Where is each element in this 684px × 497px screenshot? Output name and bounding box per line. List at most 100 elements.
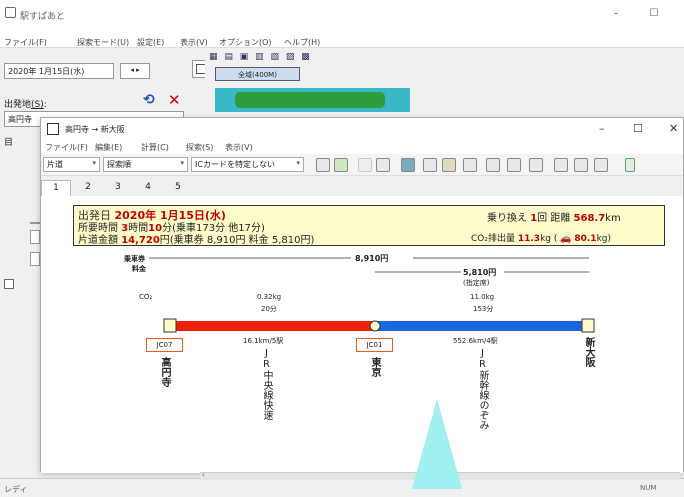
route-summary: 出発日 2020年 1月15日(水) 所要時間 3時間10分(乗車173分 他1… xyxy=(73,205,665,246)
graph-icon[interactable] xyxy=(334,158,348,172)
menu-file[interactable]: ファイル(F) xyxy=(4,37,47,48)
segment-2-co2: 11.0kg xyxy=(470,293,495,301)
prev-icon[interactable] xyxy=(554,158,568,172)
route-menu-calc[interactable]: 計算(C) xyxy=(141,142,169,153)
menu-view[interactable]: 表示(V) xyxy=(180,37,208,48)
chevron-down-icon: ▾ xyxy=(180,159,184,167)
route-menu-view[interactable]: 表示(V) xyxy=(225,142,253,153)
swap-direction-icon[interactable] xyxy=(574,158,588,172)
segment-2-distance: 552.6km/4駅 xyxy=(453,337,498,345)
route-menubar: ファイル(F) 編集(E) 計算(C) 探索(S) 表示(V) xyxy=(41,140,683,154)
co2-label: CO₂ xyxy=(139,293,153,301)
ticket-label: 乗車券 xyxy=(124,255,145,263)
station-code-start: JC07 xyxy=(146,338,183,352)
option-checkbox[interactable] xyxy=(4,279,14,289)
map-pane: ▦ ▤ ▣ ▥ ▧ ▨ ▩ 全域(400M) xyxy=(205,48,684,118)
segment-1-distance: 16.1km/5駅 xyxy=(243,337,284,345)
map-icon[interactable] xyxy=(401,158,415,172)
map-land xyxy=(235,92,385,108)
route-content: 出発日 2020年 1月15日(水) 所要時間 3時間10分(乗車173分 他1… xyxy=(41,196,683,473)
menu-help[interactable]: ヘルプ(H) xyxy=(284,37,320,48)
route-tab-4[interactable]: 4 xyxy=(133,180,163,196)
route-tab-3[interactable]: 3 xyxy=(103,180,133,196)
car-icon: 🚗 xyxy=(560,234,572,244)
route-toolbar: 片道 ▾ 探索順 ▾ ICカードを特定しない ▾ xyxy=(41,154,683,176)
route-minimize-button[interactable]: – xyxy=(599,122,605,135)
main-menubar: ファイル(F) 探索モード(U) 設定(E) 表示(V) オプション(O) ヘル… xyxy=(0,28,684,48)
app-icon xyxy=(5,7,16,18)
menu-options[interactable]: オプション(O) xyxy=(219,37,272,48)
note-icon[interactable] xyxy=(423,158,437,172)
clear-icon[interactable]: ✕ xyxy=(168,91,181,109)
route-window-title: 高円寺 → 新大阪 xyxy=(65,125,125,134)
segment-2-bar xyxy=(375,321,587,331)
ic-card-select[interactable]: ICカードを特定しない ▾ xyxy=(191,157,304,172)
left-field-edge-2 xyxy=(30,252,40,266)
route-menu-search[interactable]: 探索(S) xyxy=(186,142,213,153)
ticket-fare: 8,910円 xyxy=(355,254,389,263)
minimize-button[interactable]: – xyxy=(608,8,624,22)
destination-label: 目 xyxy=(4,138,14,148)
map-preview[interactable] xyxy=(215,88,410,112)
menu-settings[interactable]: 設定(E) xyxy=(137,37,164,48)
num-lock-indicator: NUM xyxy=(640,484,657,492)
sort-select[interactable]: 探索順 ▾ xyxy=(103,157,188,172)
table-icon[interactable] xyxy=(316,158,330,172)
maximize-button[interactable]: ☐ xyxy=(646,8,662,22)
fee-value: 5,810円 xyxy=(463,268,497,277)
window-icon[interactable] xyxy=(376,158,390,172)
summary-transfers: 乗り換え 1回 距離 568.7km xyxy=(487,213,621,224)
print-icon[interactable] xyxy=(507,158,521,172)
status-text: レディ xyxy=(4,485,28,494)
segment-2-time: 153分 xyxy=(473,305,494,313)
copy-icon[interactable] xyxy=(463,158,477,172)
swap-icon[interactable]: ⟲ xyxy=(143,92,155,108)
route-maximize-button[interactable]: ☐ xyxy=(633,122,643,135)
date-spinner[interactable]: ◂ ▸ xyxy=(120,63,150,79)
fee-label: 料金 xyxy=(132,265,146,273)
line-name-segment-1[interactable]: JR中央線快速 xyxy=(259,348,274,478)
left-field-edge-3 xyxy=(30,222,40,224)
search-icon[interactable] xyxy=(442,158,456,172)
export-icon[interactable] xyxy=(486,158,500,172)
route-tab-5[interactable]: 5 xyxy=(163,180,193,196)
route-tab-2[interactable]: 2 xyxy=(73,180,103,196)
save-icon[interactable] xyxy=(529,158,543,172)
left-field-edge xyxy=(30,230,40,244)
station-marker-start xyxy=(163,318,177,333)
pointer-arrow xyxy=(412,399,462,489)
route-window-icon xyxy=(47,123,59,135)
map-toolbar-icons[interactable]: ▦ ▤ ▣ ▥ ▧ ▨ ▩ xyxy=(209,52,312,62)
station-name-start[interactable]: 高円寺 xyxy=(157,357,172,417)
extra-icon[interactable] xyxy=(625,158,635,172)
ex-icon[interactable] xyxy=(358,158,372,172)
station-name-transfer[interactable]: 東京 xyxy=(367,357,382,397)
station-marker-end xyxy=(581,318,595,333)
departure-label: 出発地(S): xyxy=(4,100,47,110)
route-menu-file[interactable]: ファイル(F) xyxy=(45,142,88,153)
line-name-segment-2[interactable]: JR新幹線のぞみ xyxy=(475,348,490,478)
segment-1-time: 20分 xyxy=(261,305,277,313)
main-window-title: 駅すぱあと xyxy=(20,12,66,22)
status-bar: レディ NUM xyxy=(0,478,684,497)
segment-1-bar xyxy=(169,321,375,331)
trip-type-select[interactable]: 片道 ▾ xyxy=(43,157,100,172)
scroll-left-icon[interactable]: ‹ xyxy=(202,471,205,479)
route-close-button[interactable]: ✕ xyxy=(669,122,678,135)
menu-search-mode[interactable]: 探索モード(U) xyxy=(77,37,129,48)
map-scale-button[interactable]: 全域(400M) xyxy=(215,67,300,81)
segment-1-co2: 0.32kg xyxy=(257,293,282,301)
station-name-end[interactable]: 新大阪 xyxy=(581,337,596,387)
summary-co2: CO₂排出量 11.3kg ( 🚗 80.1kg) xyxy=(471,234,612,244)
route-tabs: 1 2 3 4 5 xyxy=(41,176,683,196)
station-marker-transfer xyxy=(369,320,381,332)
route-tab-1[interactable]: 1 xyxy=(41,180,71,196)
pointer-arrow-shape xyxy=(412,399,462,489)
route-title-bar: 高円寺 → 新大阪 – ☐ ✕ xyxy=(41,118,683,140)
route-menu-edit[interactable]: 編集(E) xyxy=(95,142,122,153)
main-title-bar: 駅すぱあと – ☐ xyxy=(0,0,684,28)
next-icon[interactable] xyxy=(594,158,608,172)
route-window: 高円寺 → 新大阪 – ☐ ✕ ファイル(F) 編集(E) 計算(C) 探索(S… xyxy=(40,117,684,473)
station-code-transfer: JC01 xyxy=(356,338,393,352)
date-input[interactable]: 2020年 1月15日(水) xyxy=(4,63,114,79)
